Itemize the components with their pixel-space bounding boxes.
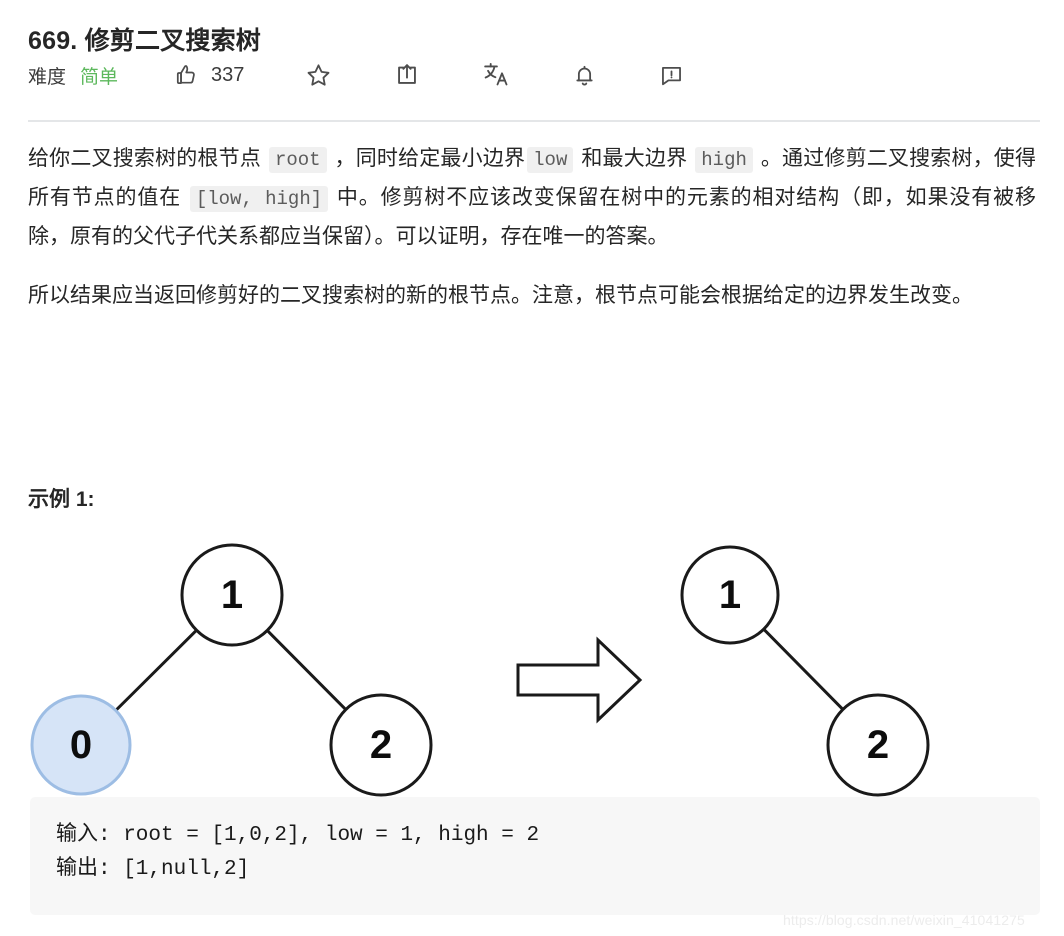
example-input-line: 输入: root = [1,0,2], low = 1, high = 2 [56, 824, 540, 847]
inline-code-high: high [695, 147, 753, 173]
example-heading: 示例 1: [28, 488, 95, 511]
tree-node-before-2: 2 [329, 693, 433, 797]
desc-text: ，同时给定最小边界 [328, 147, 526, 170]
tree-node-after-2: 2 [826, 693, 930, 797]
page-title: 669. 修剪二叉搜索树 [28, 26, 262, 55]
problem-description: 给你二叉搜索树的根节点 root ，同时给定最小边界 low 和最大边界 high… [28, 140, 1036, 314]
header-divider [28, 120, 1040, 122]
tree-node-after-1: 1 [680, 545, 780, 645]
desc-text: 和最大边界 [575, 147, 694, 170]
tree-node-label: 0 [70, 723, 92, 767]
before-tree-nodes: 1 0 2 [30, 543, 433, 797]
example-figure: 1 0 2 1 2 [0, 525, 1005, 805]
tree-node-label: 1 [221, 573, 243, 617]
feedback-icon[interactable] [658, 62, 685, 89]
after-tree-edges [762, 628, 844, 711]
source-watermark: https://blog.csdn.net/weixin_41041275 [783, 912, 1025, 928]
thumbs-up-icon [174, 62, 200, 88]
transform-arrow-icon [516, 636, 643, 724]
desc-text: 给你二叉搜索树的根节点 [28, 147, 267, 170]
inline-code-range: [low, high] [189, 186, 329, 212]
binary-tree-diagram: 1 0 2 1 2 [30, 543, 930, 797]
tree-node-before-1: 1 [180, 543, 284, 647]
tree-node-before-0: 0 [30, 694, 132, 796]
description-paragraph-1: 给你二叉搜索树的根节点 root ，同时给定最小边界 low 和最大边界 high… [28, 140, 1036, 255]
upvote-button[interactable]: 337 [174, 62, 244, 88]
example-io-block: 输入: root = [1,0,2], low = 1, high = 2 输出… [30, 797, 1040, 915]
tree-node-label: 2 [867, 723, 889, 767]
example-output-line: 输出: [1,null,2] [56, 858, 250, 881]
bell-icon[interactable] [571, 62, 598, 89]
share-icon[interactable] [393, 61, 421, 89]
star-icon[interactable] [304, 61, 333, 90]
problem-page: 669. 修剪二叉搜索树 难度 简单 337 给你二叉搜索树的根节点 root … [0, 0, 1064, 936]
tree-node-label: 2 [370, 723, 392, 767]
tree-node-label: 1 [719, 573, 741, 617]
difficulty-badge: 简单 [80, 66, 119, 88]
description-paragraph-2: 所以结果应当返回修剪好的二叉搜索树的新的根节点。注意，根节点可能会根据给定的边界… [28, 284, 973, 307]
inline-code-low: low [527, 147, 574, 173]
inline-code-root: root [268, 147, 327, 173]
translate-icon[interactable] [481, 60, 511, 90]
difficulty-label: 难度 [28, 66, 67, 88]
problem-meta-toolbar: 难度 简单 337 [28, 58, 685, 92]
upvote-count: 337 [211, 63, 245, 86]
